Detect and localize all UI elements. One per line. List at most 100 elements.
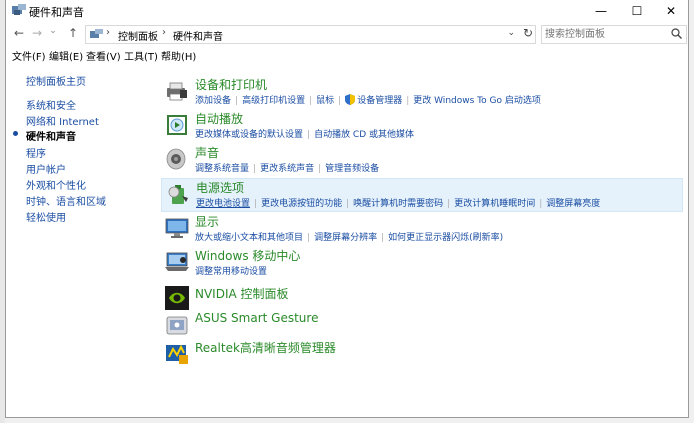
breadcrumb-separator: › — [106, 27, 110, 38]
category-title[interactable]: 自动播放 — [195, 110, 243, 127]
power-options-icon[interactable] — [166, 182, 190, 206]
category-links: 添加设备 | 高级打印机设置 | 鼠标 | 设备管理器 | 更改 Windows To Go 启… — [195, 93, 541, 106]
divider: | — [406, 96, 410, 106]
sidebar-item-clock-region[interactable]: 时钟、语言和区域 — [26, 193, 106, 208]
divider: | — [307, 130, 311, 140]
link-add-device[interactable]: 添加设备 — [195, 93, 231, 106]
search-icon[interactable] — [671, 28, 682, 39]
printer-icon[interactable] — [165, 79, 189, 103]
menu-tools[interactable]: 工具(T) — [124, 48, 158, 63]
category-links: 放大或缩小文本和其他项目 | 调整屏幕分辨率 | 如何更正显示器闪烁(刷新率) — [195, 230, 503, 243]
sidebar-item-network[interactable]: 网络和 Internet — [26, 113, 99, 128]
category-autoplay: 自动播放 更改媒体或设备的默认设置 | 自动播放 CD 或其他媒体 — [161, 110, 683, 142]
sidebar-item-ease-of-access[interactable]: 轻松使用 — [26, 209, 66, 224]
link-change-system-sounds[interactable]: 更改系统声音 — [260, 161, 314, 174]
link-fix-flicker[interactable]: 如何更正显示器闪烁(刷新率) — [388, 230, 503, 243]
link-zoom-text[interactable]: 放大或缩小文本和其他项目 — [195, 230, 303, 243]
category-title[interactable]: NVIDIA 控制面板 — [195, 285, 289, 302]
link-manage-audio-devices[interactable]: 管理音频设备 — [325, 161, 379, 174]
address-bar[interactable]: › 控制面板 › 硬件和声音 ⌄ ↻ — [85, 25, 536, 44]
category-title[interactable]: 声音 — [195, 144, 219, 161]
divider: | — [318, 164, 322, 174]
link-autoplay-cd[interactable]: 自动播放 CD 或其他媒体 — [314, 127, 414, 140]
category-title[interactable]: Realtek高清晰音频管理器 — [195, 339, 336, 356]
forward-button[interactable]: → — [30, 26, 44, 40]
breadcrumb-control-panel[interactable]: 控制面板 — [118, 28, 158, 43]
touchpad-icon[interactable] — [165, 314, 189, 338]
category-sound: 声音 调整系统音量 | 更改系统声音 | 管理音频设备 — [161, 144, 683, 176]
link-require-password-wake[interactable]: 唤醒计算机时需要密码 — [353, 196, 443, 209]
breadcrumb-separator: › — [162, 27, 166, 38]
category-nvidia: NVIDIA 控制面板 — [161, 283, 683, 310]
menu-file[interactable]: 文件(F) — [12, 48, 46, 63]
menu-view[interactable]: 查看(V) — [86, 48, 121, 63]
realtek-icon[interactable] — [165, 341, 189, 365]
category-power-options: 电源选项 更改电池设置 | 更改电源按钮的功能 | 唤醒计算机时需要密码 | 更改计算机睡眠… — [161, 178, 683, 212]
divider: | — [235, 96, 239, 106]
mobility-center-icon[interactable] — [165, 250, 189, 274]
link-change-media-defaults[interactable]: 更改媒体或设备的默认设置 — [195, 127, 303, 140]
address-row: ← → ⌄ ↑ › 控制面板 › 硬件和声音 ⌄ ↻ — [6, 22, 688, 46]
divider: | — [338, 96, 342, 106]
menu-help[interactable]: 帮助(H) — [161, 48, 196, 63]
nvidia-icon[interactable] — [165, 286, 189, 310]
link-adjust-volume[interactable]: 调整系统音量 — [195, 161, 249, 174]
divider: | — [447, 199, 451, 209]
title-bar[interactable]: 硬件和声音 — ☐ ✕ — [6, 0, 688, 22]
uac-shield-icon — [345, 94, 356, 105]
sidebar-item-hardware-sound[interactable]: 硬件和声音 — [26, 128, 76, 143]
link-change-battery-settings[interactable]: 更改电池设置 — [196, 196, 250, 209]
category-devices-printers: 设备和打印机 添加设备 | 高级打印机设置 | 鼠标 | 设备管理器 | 更改 Windows … — [161, 76, 683, 108]
link-mobility-settings[interactable]: 调整常用移动设置 — [195, 264, 267, 277]
category-links: 调整系统音量 | 更改系统声音 | 管理音频设备 — [195, 161, 379, 174]
category-asus-smart-gesture: ASUS Smart Gesture — [161, 311, 683, 335]
window-title: 硬件和声音 — [29, 6, 84, 19]
menu-bar: 文件(F) 编辑(E) 查看(V) 工具(T) 帮助(H) — [6, 46, 688, 64]
sidebar-item-appearance[interactable]: 外观和个性化 — [26, 177, 86, 192]
menu-edit[interactable]: 编辑(E) — [49, 48, 83, 63]
control-panel-icon — [90, 29, 103, 38]
category-list: 设备和打印机 添加设备 | 高级打印机设置 | 鼠标 | 设备管理器 | 更改 Windows … — [161, 64, 688, 414]
sidebar-item-home[interactable]: 控制面板主页 — [26, 73, 86, 88]
speaker-icon[interactable] — [165, 147, 189, 171]
category-links: 更改媒体或设备的默认设置 | 自动播放 CD 或其他媒体 — [195, 127, 414, 140]
category-title[interactable]: ASUS Smart Gesture — [195, 311, 318, 325]
maximize-button[interactable]: ☐ — [620, 0, 654, 22]
close-button[interactable]: ✕ — [654, 0, 688, 22]
divider: | — [307, 233, 311, 243]
minimize-button[interactable]: — — [584, 0, 618, 22]
up-button[interactable]: ↑ — [66, 26, 80, 40]
category-realtek: Realtek高清晰音频管理器 — [161, 338, 683, 364]
divider: | — [254, 199, 258, 209]
category-title[interactable]: Windows 移动中心 — [195, 247, 300, 264]
refresh-button[interactable]: ↻ — [523, 26, 533, 40]
search-input[interactable] — [545, 27, 665, 42]
breadcrumb-hardware-sound[interactable]: 硬件和声音 — [173, 28, 223, 43]
category-title[interactable]: 电源选项 — [196, 179, 244, 196]
link-mouse[interactable]: 鼠标 — [316, 93, 334, 106]
sidebar-item-system-security[interactable]: 系统和安全 — [26, 97, 76, 112]
sidebar-item-user-accounts[interactable]: 用户帐户 — [26, 161, 66, 176]
link-windows-to-go[interactable]: 更改 Windows To Go 启动选项 — [413, 93, 541, 106]
sidebar-item-programs[interactable]: 程序 — [26, 145, 46, 160]
search-box[interactable] — [541, 25, 687, 44]
link-screen-resolution[interactable]: 调整屏幕分辨率 — [314, 230, 377, 243]
category-links: 更改电池设置 | 更改电源按钮的功能 | 唤醒计算机时需要密码 | 更改计算机睡眠时间 | 调整… — [196, 196, 600, 209]
back-button[interactable]: ← — [12, 26, 26, 40]
category-links: 调整常用移动设置 — [195, 264, 267, 277]
link-power-button-function[interactable]: 更改电源按钮的功能 — [261, 196, 342, 209]
address-dropdown[interactable]: ⌄ — [507, 28, 515, 38]
category-display: 显示 放大或缩小文本和其他项目 | 调整屏幕分辨率 | 如何更正显示器闪烁(刷新率) — [161, 213, 683, 245]
current-item-bullet — [13, 131, 18, 136]
link-adjust-brightness[interactable]: 调整屏幕亮度 — [546, 196, 600, 209]
category-mobility-center: Windows 移动中心 调整常用移动设置 — [161, 247, 683, 279]
category-title[interactable]: 设备和打印机 — [195, 76, 267, 93]
link-advanced-printer-settings[interactable]: 高级打印机设置 — [242, 93, 305, 106]
recent-locations-dropdown[interactable]: ⌄ — [46, 26, 60, 36]
autoplay-icon[interactable] — [165, 113, 189, 137]
category-title[interactable]: 显示 — [195, 213, 219, 230]
link-change-sleep-time[interactable]: 更改计算机睡眠时间 — [454, 196, 535, 209]
link-device-manager[interactable]: 设备管理器 — [357, 93, 402, 106]
control-panel-icon — [12, 4, 26, 15]
display-icon[interactable] — [165, 216, 189, 240]
